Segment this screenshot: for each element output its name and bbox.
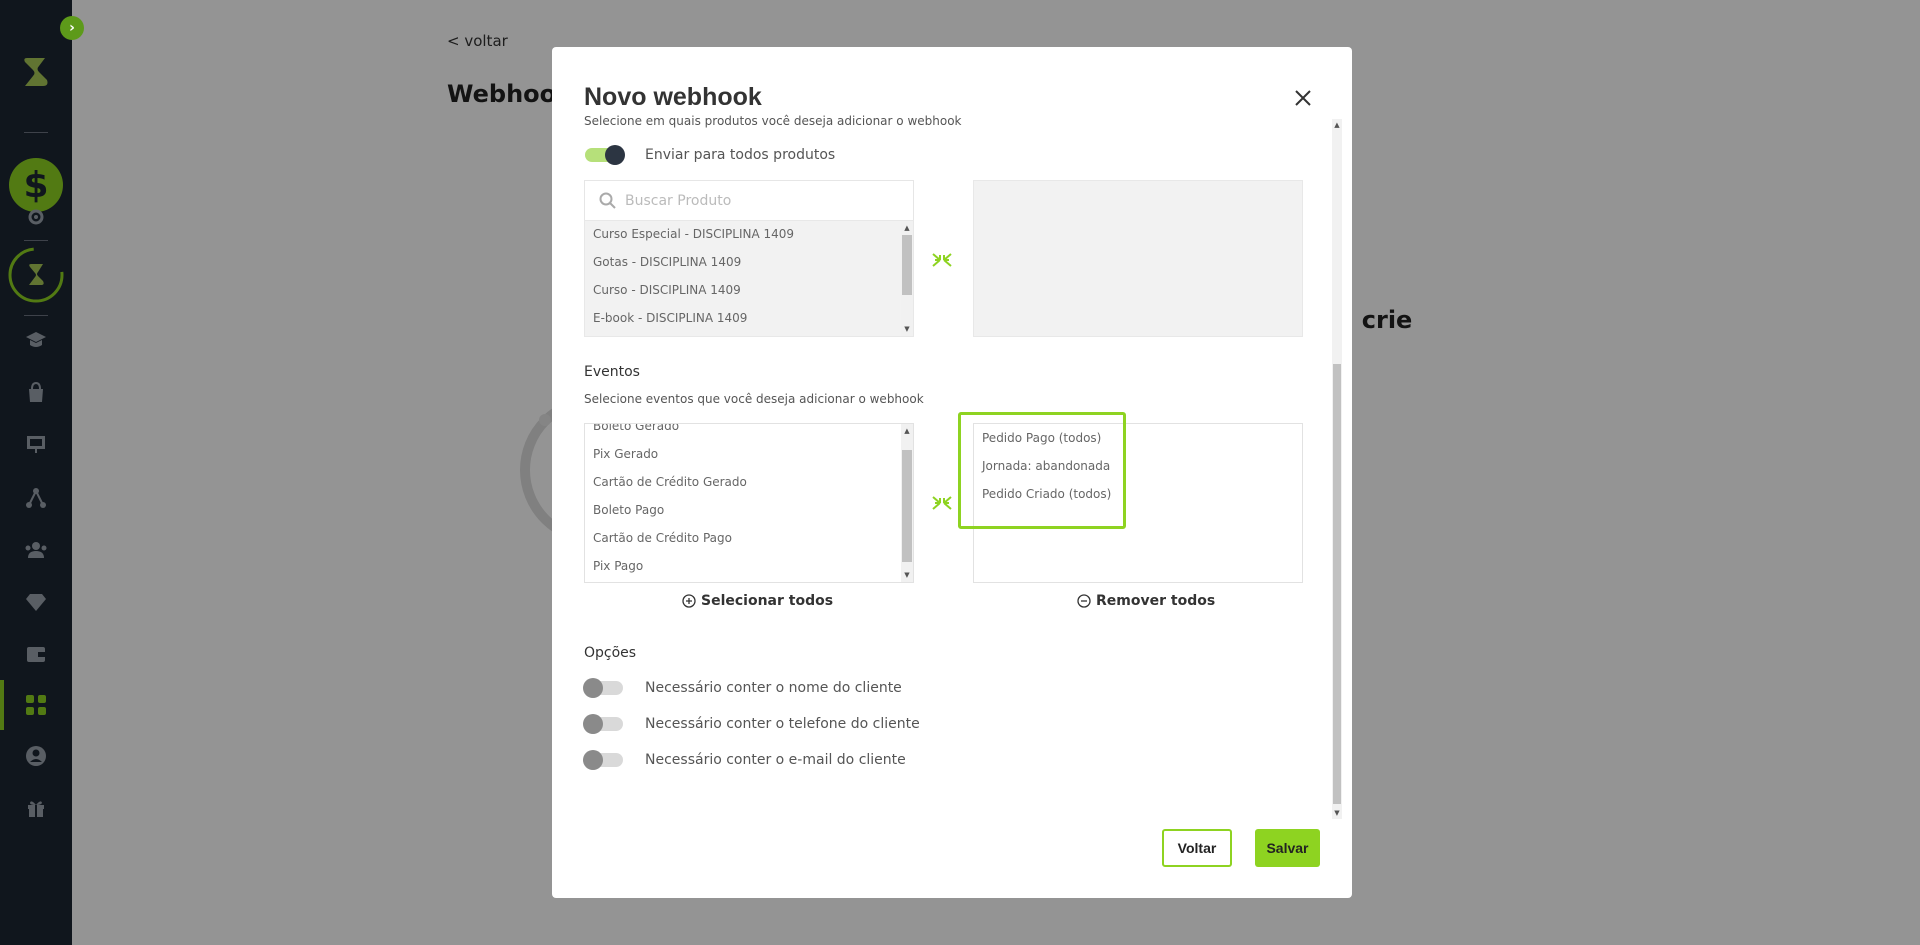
list-item[interactable]: Curso - DISCIPLINA 1409	[593, 283, 741, 297]
sidebar-expand-button[interactable]: ›	[60, 16, 84, 40]
product-search-input[interactable]	[625, 190, 895, 212]
available-events-list: Boleto Gerado Pix Gerado Cartão de Crédi…	[584, 423, 914, 583]
require-name-label: Necessário conter o nome do cliente	[645, 680, 902, 696]
list-item[interactable]: Curso Especial - DISCIPLINA 1409	[593, 227, 794, 241]
require-name-toggle[interactable]	[583, 678, 623, 698]
new-webhook-modal: Novo webhook ▲ ▼ Selecione em quais prod…	[552, 47, 1352, 898]
options-title: Opções	[584, 645, 637, 661]
save-button[interactable]: Salvar	[1255, 829, 1320, 867]
list-item[interactable]: E-book - DISCIPLINA 1409	[593, 311, 747, 325]
list-item[interactable]: Boleto Gerado	[593, 424, 679, 433]
products-subtitle: Selecione em quais produtos você deseja …	[584, 114, 962, 128]
require-phone-label: Necessário conter o telefone do cliente	[645, 716, 920, 732]
back-button[interactable]: Voltar	[1162, 829, 1232, 867]
modal-scrollbar-thumb[interactable]	[1333, 364, 1341, 804]
modal-title: Novo webhook	[584, 83, 762, 111]
selected-products-list	[973, 180, 1303, 337]
list-item[interactable]: Pedido Pago (todos)	[982, 431, 1101, 445]
products-list-scrollbar[interactable]: ▲ ▼	[901, 221, 913, 336]
events-title: Eventos	[584, 364, 640, 380]
transfer-arrows-icon[interactable]	[931, 494, 953, 512]
list-item[interactable]: Cartão de Crédito Gerado	[593, 475, 747, 489]
plus-circle-icon	[682, 594, 696, 608]
select-all-button[interactable]: Selecionar todos	[682, 593, 833, 609]
close-icon	[1295, 90, 1311, 106]
remove-all-button[interactable]: Remover todos	[1077, 593, 1215, 609]
send-all-products-toggle[interactable]	[585, 145, 625, 165]
close-button[interactable]	[1290, 85, 1316, 111]
require-email-toggle[interactable]	[583, 750, 623, 770]
list-item[interactable]: Pedido Criado (todos)	[982, 487, 1111, 501]
transfer-arrows-icon[interactable]	[931, 251, 953, 269]
modal-scrollbar[interactable]: ▲ ▼	[1332, 119, 1342, 819]
list-item[interactable]: Jornada: abandonada	[982, 459, 1110, 473]
select-all-label: Selecionar todos	[701, 593, 834, 609]
events-subtitle: Selecione eventos que você deseja adicio…	[584, 392, 924, 406]
minus-circle-icon	[1077, 594, 1091, 608]
search-icon	[599, 192, 616, 209]
list-item[interactable]: Pix Gerado	[593, 447, 658, 461]
events-list-scrollbar[interactable]: ▲ ▼	[901, 424, 913, 582]
remove-all-label: Remover todos	[1096, 593, 1216, 609]
require-phone-toggle[interactable]	[583, 714, 623, 734]
list-item[interactable]: Pix Pago	[593, 559, 643, 573]
product-search	[584, 180, 914, 220]
available-products-list: Curso Especial - DISCIPLINA 1409 Gotas -…	[584, 220, 914, 337]
send-all-products-label: Enviar para todos produtos	[645, 147, 836, 163]
list-item[interactable]: Gotas - DISCIPLINA 1409	[593, 255, 741, 269]
list-item[interactable]: Boleto Pago	[593, 503, 664, 517]
list-item[interactable]: Cartão de Crédito Pago	[593, 531, 732, 545]
require-email-label: Necessário conter o e-mail do cliente	[645, 752, 906, 768]
